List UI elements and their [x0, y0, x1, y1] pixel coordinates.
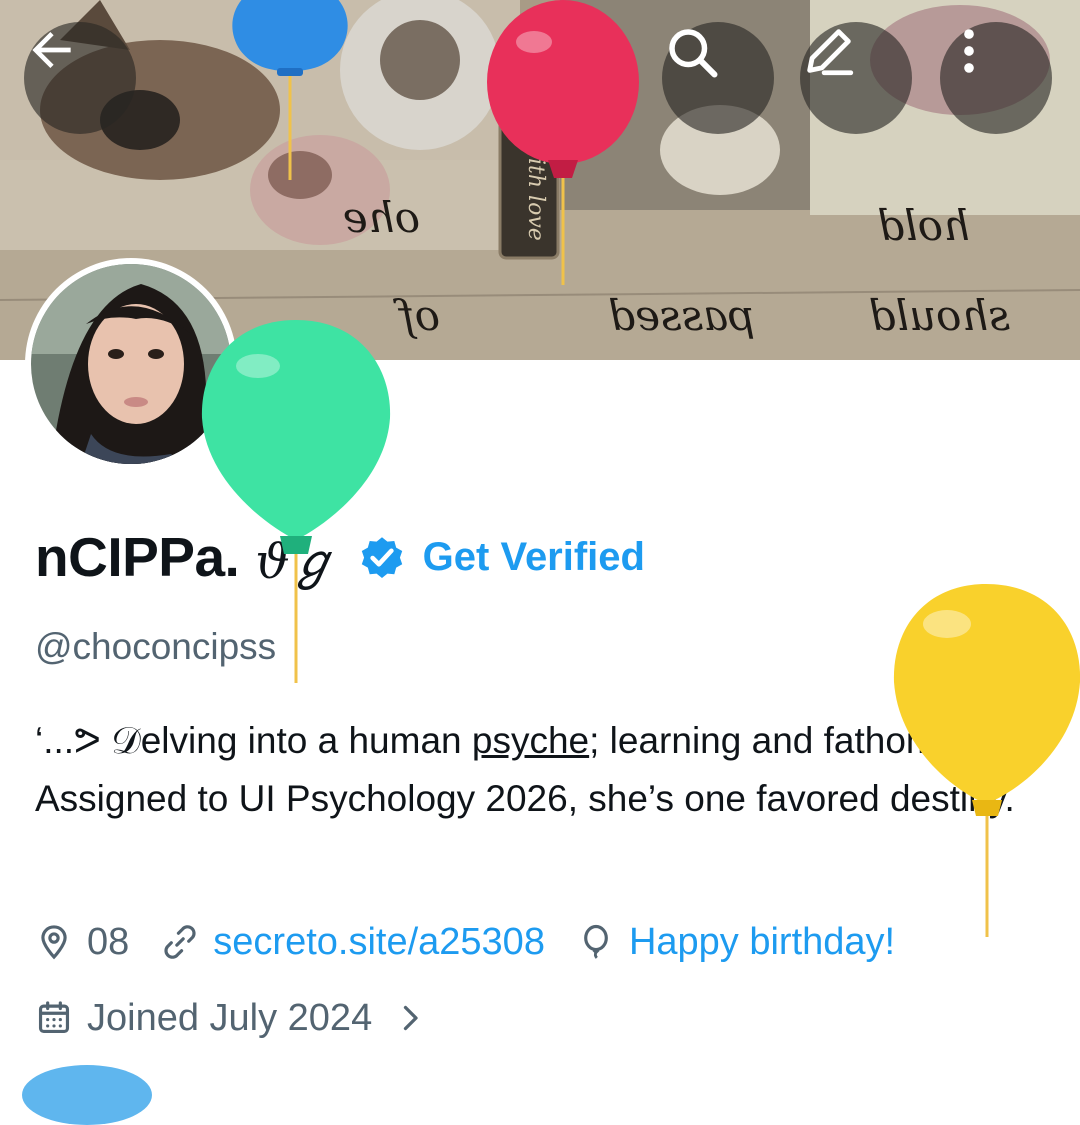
banner-script-1: ohe — [343, 193, 420, 242]
bio-underlined-word: psyche — [471, 720, 590, 761]
floating-action-circle[interactable] — [22, 1065, 152, 1125]
location-text: 08 — [87, 920, 130, 963]
name-emoji: ϑℊ — [255, 534, 337, 590]
birthday-text: Happy birthday! — [628, 920, 896, 963]
website-item[interactable]: secreto.site/a25308 — [161, 921, 545, 964]
profile-meta-row: 08 secreto.site/a25308 Happy birthday! — [35, 914, 927, 970]
bio-prefix: ‘...ᕗ 𝒟elving into a human — [35, 720, 472, 761]
joined-text: Joined July 2024 — [87, 996, 373, 1039]
get-verified-link[interactable]: Get Verified — [423, 535, 645, 580]
more-button[interactable] — [940, 22, 1052, 134]
edit-icon — [807, 29, 854, 76]
profile-bio: ‘...ᕗ 𝒟elving into a human psyche; learn… — [35, 712, 1045, 828]
birthday-item: Happy birthday! — [577, 921, 895, 964]
name-row: nCIPPa. ϑℊ Get Verified — [35, 522, 645, 592]
username-handle: @choconcipss — [35, 626, 277, 667]
banner-tag-text: with love — [523, 139, 548, 241]
link-icon — [164, 925, 196, 959]
avatar-photo — [31, 264, 231, 464]
banner-script-2: of — [393, 291, 440, 340]
verified-badge-icon[interactable] — [357, 532, 407, 582]
website-link[interactable]: secreto.site/a25308 — [213, 921, 545, 964]
search-button[interactable] — [662, 22, 774, 134]
banner-script-5: hold — [877, 201, 970, 250]
joined-row[interactable]: Joined July 2024 — [35, 990, 428, 1046]
edit-button[interactable] — [800, 22, 912, 134]
location-pin-icon — [41, 925, 67, 960]
chevron-right-icon[interactable] — [392, 1000, 428, 1036]
back-button[interactable] — [24, 22, 136, 134]
search-icon — [669, 29, 718, 78]
hidden-header-button[interactable] — [526, 22, 638, 134]
more-vertical-icon — [964, 29, 974, 73]
calendar-icon — [38, 1001, 70, 1034]
display-name: nCIPPa. — [35, 526, 240, 588]
location-item: 08 — [35, 921, 129, 964]
profile-avatar[interactable] — [25, 258, 237, 470]
balloon-icon — [584, 924, 608, 959]
banner-script-4: should — [869, 291, 1010, 340]
banner-script-3: passed — [608, 291, 755, 340]
arrow-left-icon — [32, 32, 71, 68]
